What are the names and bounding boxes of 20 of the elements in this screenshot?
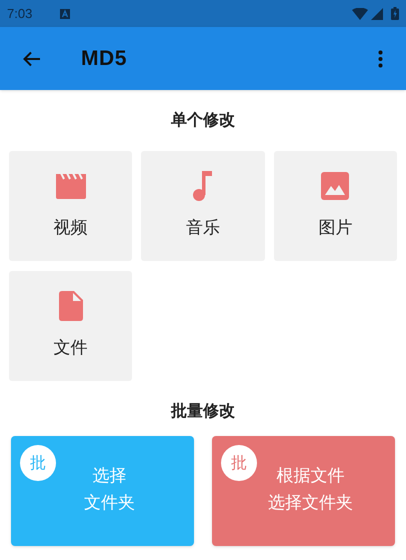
media-tile[interactable]: 文件: [9, 271, 132, 381]
wifi-icon: [352, 8, 368, 20]
batch-badge: 批: [20, 445, 56, 481]
status-time: 7:03: [7, 4, 32, 23]
music-note-icon: [192, 171, 213, 202]
image-icon: [321, 172, 350, 200]
video-clapper-icon: [56, 173, 86, 200]
section-title: 单个修改: [171, 110, 235, 130]
more-options-icon: [378, 50, 382, 68]
media-tile[interactable]: 视频: [9, 151, 132, 261]
notification-icon: [60, 8, 70, 18]
media-tile[interactable]: 图片: [274, 151, 397, 261]
back-arrow-icon: [23, 50, 41, 66]
file-icon: [58, 291, 83, 322]
batch-badge: 批: [221, 445, 257, 481]
app-title: MD5: [81, 46, 127, 72]
signal-icon: [371, 8, 383, 20]
battery-icon: [391, 7, 399, 20]
section-title: 批量修改: [171, 402, 235, 422]
media-tile[interactable]: 音乐: [141, 151, 265, 261]
